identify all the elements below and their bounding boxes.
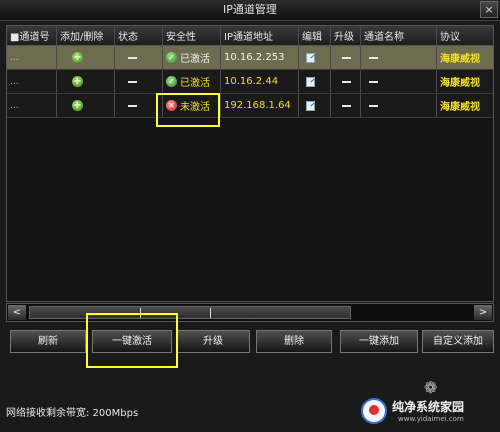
table-header: ■通道号 添加/删除 状态 安全性 IP通道地址 编辑 升级 通道名称 协议: [7, 26, 493, 46]
add-channel-icon[interactable]: +: [72, 100, 83, 111]
scroll-marker: [210, 308, 211, 318]
edit-icon[interactable]: [306, 52, 315, 63]
header-upgrade: 升级: [331, 26, 361, 45]
protocol: 海康威视: [440, 78, 480, 89]
edit-icon[interactable]: [306, 100, 315, 111]
channel-name-empty-icon: [369, 56, 378, 59]
channel-number: ...: [10, 76, 19, 87]
close-button[interactable]: ×: [480, 1, 498, 18]
activated-check-icon: ✓: [166, 76, 177, 87]
header-protocol: 协议: [440, 32, 460, 43]
channel-table: ■通道号 添加/删除 状态 安全性 IP通道地址 编辑 升级 通道名称 协议 .…: [6, 25, 494, 302]
ip-address: 10.16.2.253: [224, 52, 285, 63]
add-channel-icon[interactable]: +: [72, 76, 83, 87]
header-add-delete: 添加/删除: [57, 26, 115, 45]
bandwidth-status: 网络接收剩余带宽: 200Mbps: [6, 408, 139, 419]
watermark-url: www.yidaimei.com: [398, 415, 464, 423]
status-none-icon: [128, 80, 137, 83]
table-row[interactable]: ... + ✓ 已激活 10.16.2.44 海康威视: [7, 70, 493, 94]
upgrade-button[interactable]: 升级: [176, 330, 250, 353]
paw-icon: ❁: [424, 378, 438, 397]
channel-number: ...: [10, 100, 19, 111]
header-ip-address: IP通道地址: [221, 26, 299, 45]
header-edit: 编辑: [299, 26, 331, 45]
header-channel-name: 通道名称: [361, 26, 437, 45]
channel-number: ...: [10, 52, 19, 63]
security-status: 已激活: [180, 78, 210, 89]
status-none-icon: [128, 56, 137, 59]
one-click-add-button[interactable]: 一键添加: [340, 330, 418, 353]
activated-check-icon: ✓: [166, 52, 177, 63]
table-row[interactable]: ... + ✓ 已激活 10.16.2.253 海康威视: [7, 46, 493, 70]
watermark-text: 纯净系统家园: [392, 400, 465, 414]
header-status: 状态: [115, 26, 163, 45]
highlight-box-inactive: [156, 93, 220, 127]
channel-name-empty-icon: [369, 80, 378, 83]
header-security: 安全性: [163, 26, 221, 45]
delete-button[interactable]: 删除: [256, 330, 332, 353]
protocol: 海康威视: [440, 54, 480, 65]
scroll-track[interactable]: [29, 306, 351, 319]
channel-name-empty-icon: [369, 104, 378, 107]
window-title: IP通道管理: [223, 3, 277, 16]
upgrade-none-icon: [342, 56, 351, 59]
highlight-box-activate: [86, 313, 178, 368]
status-none-icon: [128, 104, 137, 107]
upgrade-none-icon: [342, 104, 351, 107]
scroll-right-button[interactable]: >: [474, 305, 492, 320]
custom-add-button[interactable]: 自定义添加: [422, 330, 494, 353]
header-channel-number[interactable]: ■通道号: [7, 26, 57, 45]
security-status: 已激活: [180, 54, 210, 65]
refresh-button[interactable]: 刷新: [10, 330, 86, 353]
watermark-logo-icon: [361, 398, 387, 424]
window-titlebar: IP通道管理 ×: [0, 0, 500, 21]
table-row[interactable]: ... + ✕ 未激活 192.168.1.64 海康威视: [7, 94, 493, 118]
ip-address: 10.16.2.44: [224, 76, 279, 87]
add-channel-icon[interactable]: +: [72, 52, 83, 63]
protocol: 海康威视: [440, 102, 480, 113]
scroll-left-button[interactable]: <: [8, 305, 26, 320]
horizontal-scrollbar[interactable]: < >: [6, 303, 494, 322]
ip-address: 192.168.1.64: [224, 100, 291, 111]
edit-icon[interactable]: [306, 76, 315, 87]
upgrade-none-icon: [342, 80, 351, 83]
